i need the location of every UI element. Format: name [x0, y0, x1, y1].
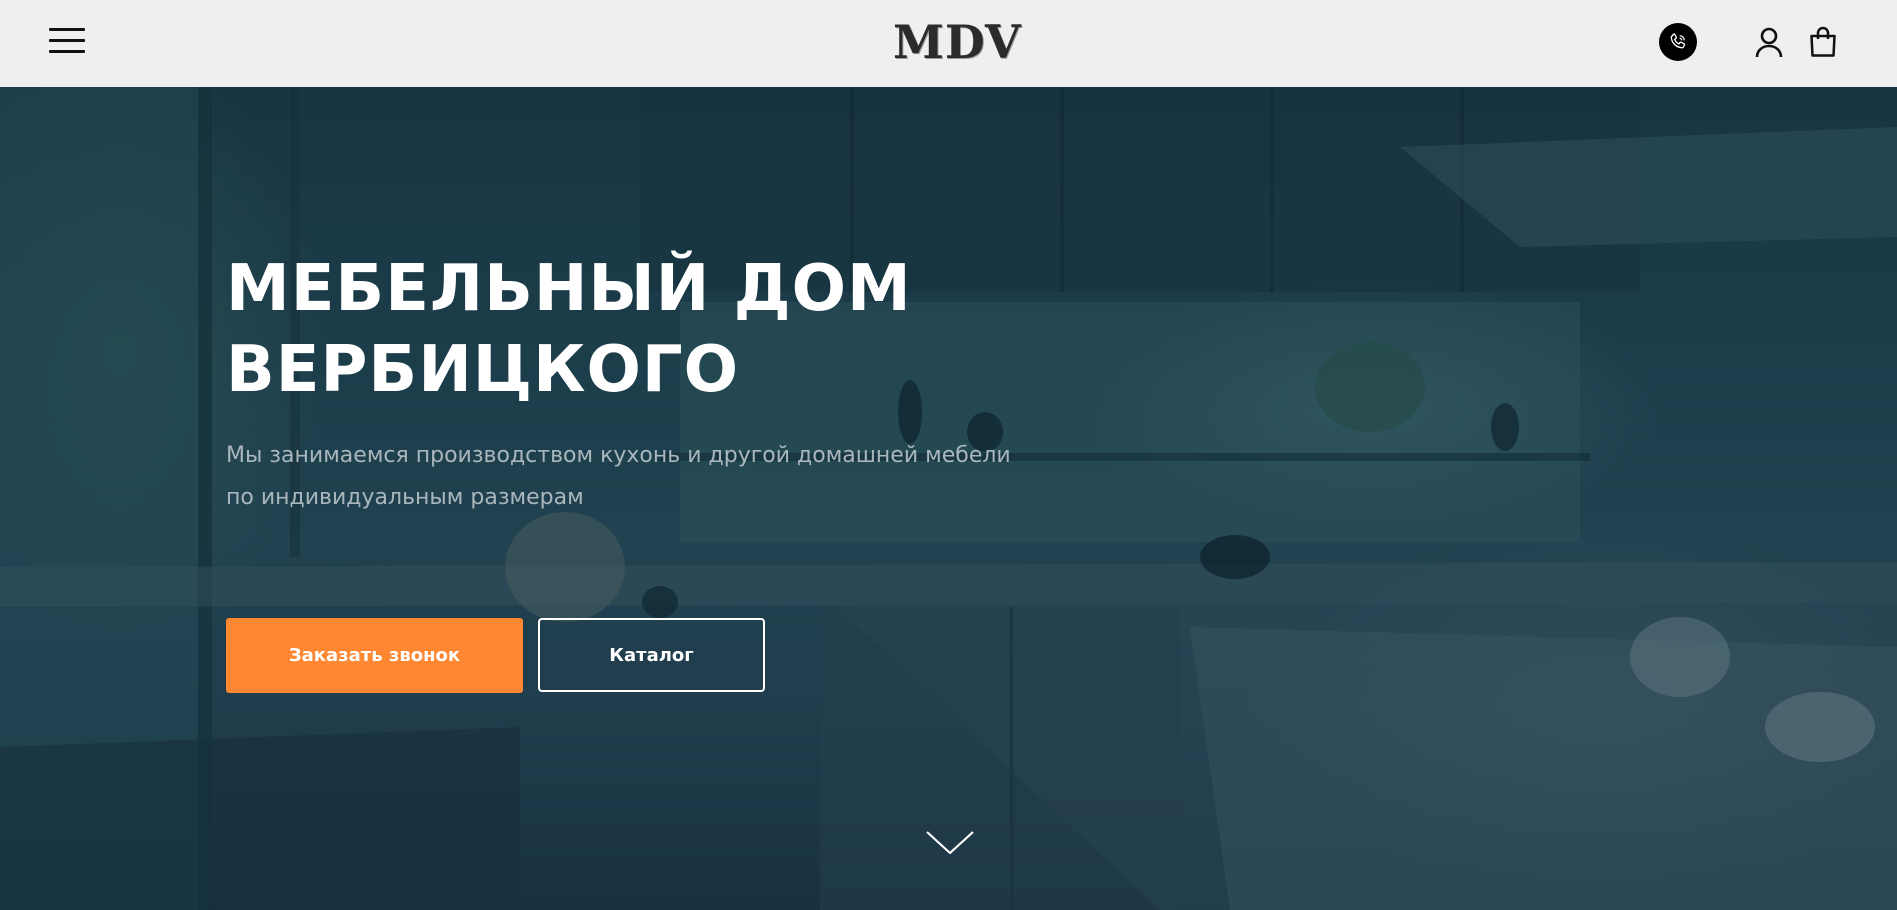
- order-call-button[interactable]: Заказать звонок: [226, 618, 523, 693]
- site-logo[interactable]: MDV: [893, 14, 1022, 70]
- hero-title: МЕБЕЛЬНЫЙ ДОМ ВЕРБИЦКОГО: [226, 249, 1126, 411]
- site-header: MDV: [0, 0, 1897, 87]
- catalog-button[interactable]: Каталог: [538, 618, 765, 692]
- hero-subtitle-line-2: по индивидуальным размерам: [226, 485, 584, 510]
- user-icon[interactable]: [1754, 27, 1784, 58]
- hamburger-menu-icon[interactable]: [49, 28, 85, 54]
- hero-section: МЕБЕЛЬНЫЙ ДОМ ВЕРБИЦКОГО Мы занимаемся п…: [0, 87, 1897, 910]
- hero-title-line-1: МЕБЕЛЬНЫЙ ДОМ: [226, 252, 912, 326]
- hero-title-line-2: ВЕРБИЦКОГО: [226, 333, 740, 407]
- phone-icon[interactable]: [1659, 23, 1697, 61]
- chevron-down-icon[interactable]: [925, 829, 975, 857]
- shopping-bag-icon[interactable]: [1809, 26, 1837, 58]
- hero-subtitle-line-1: Мы занимаемся производством кухонь и дру…: [226, 443, 1011, 468]
- hero-subtitle: Мы занимаемся производством кухонь и дру…: [226, 435, 1026, 519]
